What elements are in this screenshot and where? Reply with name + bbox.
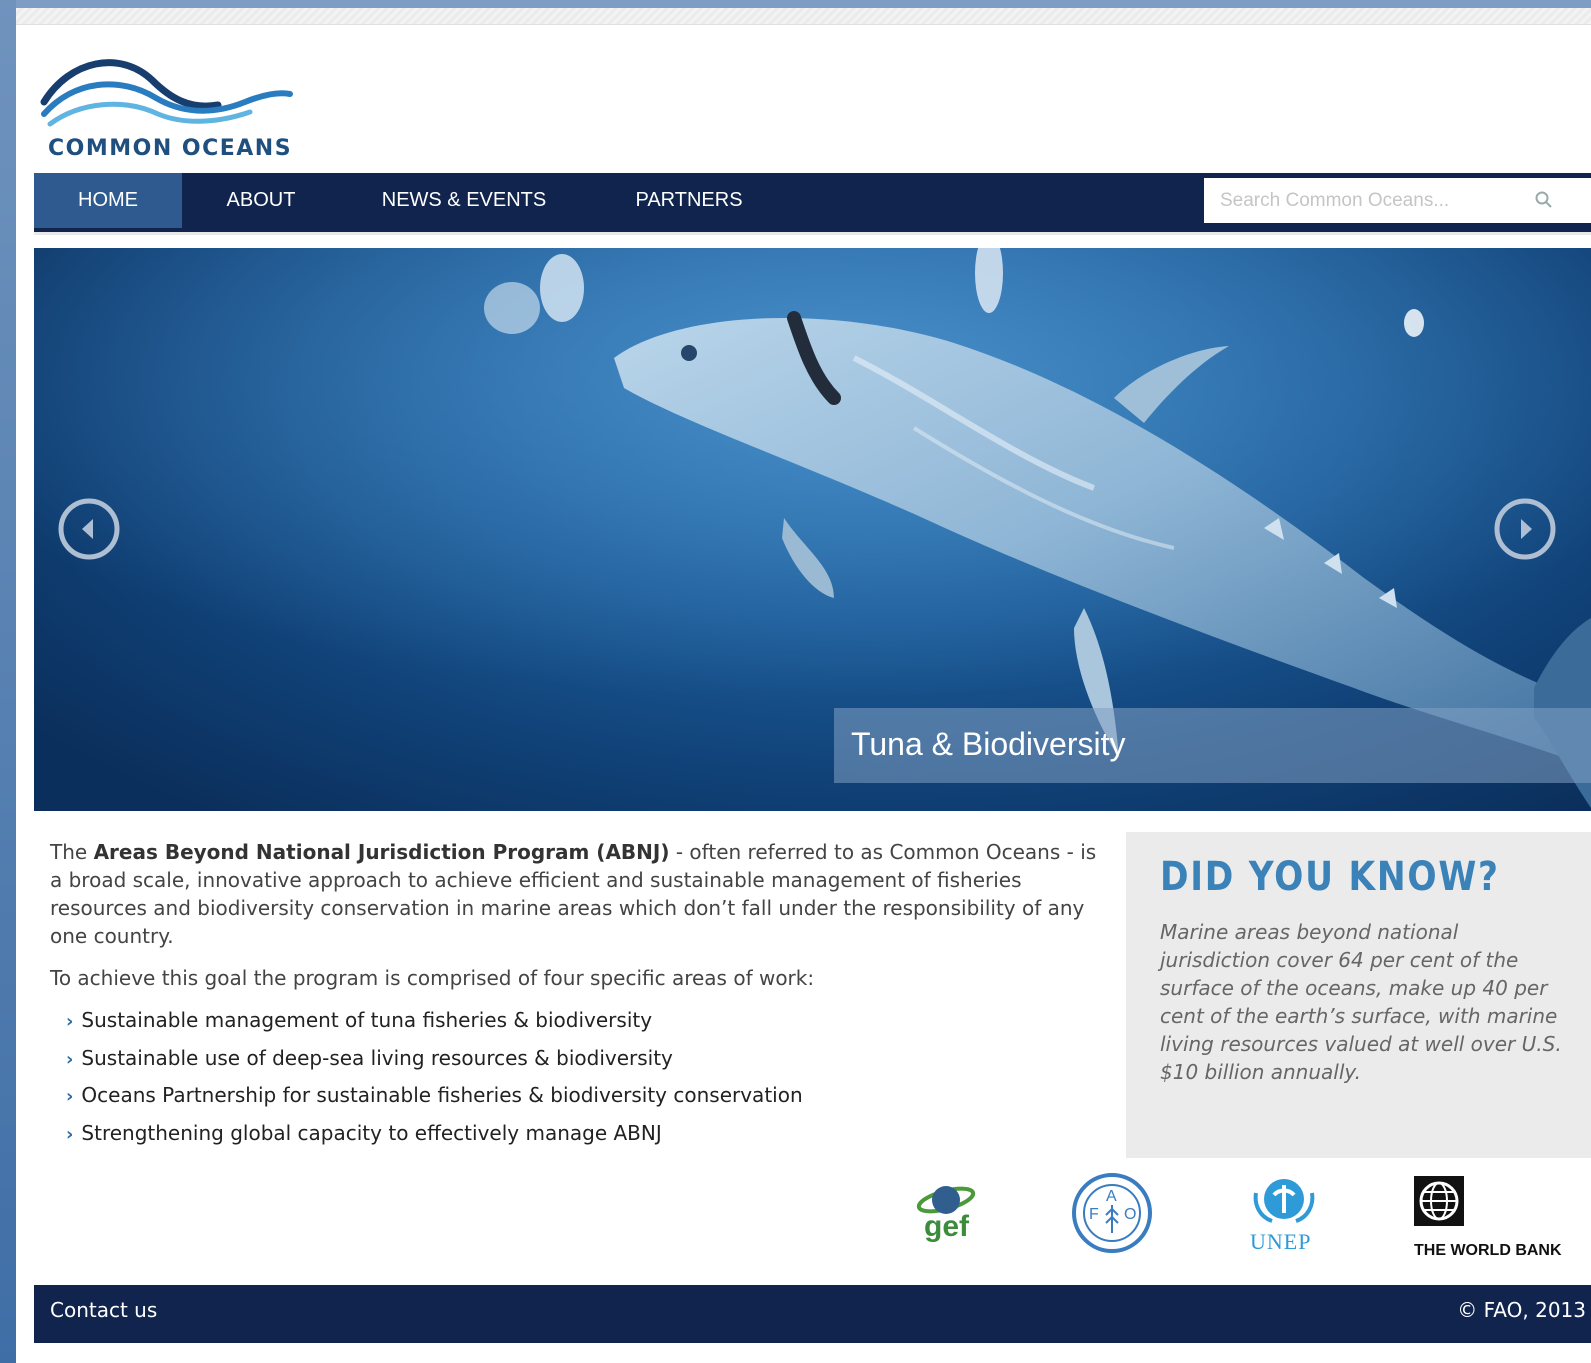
nav-item-partners[interactable]: PARTNERS: [628, 173, 750, 228]
list-item: › Strengthening global capacity to effect…: [66, 1119, 1100, 1147]
world-bank-label: THE WORLD BANK: [1414, 1242, 1562, 1259]
nav-item-news-events[interactable]: NEWS & EVENTS: [374, 173, 554, 228]
program-name: Areas Beyond National Jurisdiction Progr…: [93, 840, 670, 864]
world-bank-globe-icon: [1414, 1176, 1464, 1226]
slide-caption-text: Tuna & Biodiversity: [851, 726, 1126, 762]
unep-label: UNEP: [1250, 1229, 1312, 1254]
partner-gef-logo[interactable]: gef: [914, 1180, 984, 1260]
list-item-text: Oceans Partnership for sustainable fishe…: [81, 1083, 803, 1107]
list-item-text: Strengthening global capacity to effecti…: [81, 1120, 662, 1145]
footer: Contact us © FAO, 2013: [34, 1285, 1591, 1343]
chevron-right-icon: ›: [66, 1011, 74, 1032]
search-input[interactable]: [1218, 178, 1522, 223]
did-you-know-box: DID YOU KNOW? Marine areas beyond nation…: [1126, 832, 1591, 1158]
svg-text:O: O: [1124, 1206, 1136, 1223]
nav-item-about[interactable]: ABOUT: [214, 173, 308, 228]
main-nav: HOME ABOUT NEWS & EVENTS PARTNERS: [34, 173, 1591, 235]
slide-caption[interactable]: Tuna & Biodiversity: [834, 708, 1591, 783]
intro-paragraph: The Areas Beyond National Jurisdiction P…: [50, 838, 1100, 950]
did-you-know-title: DID YOU KNOW?: [1160, 854, 1500, 900]
fao-emblem-icon: F A O: [1072, 1173, 1152, 1253]
window-top-strip: [16, 0, 1591, 8]
list-item-text: Sustainable use of deep-sea living resou…: [81, 1045, 673, 1070]
partner-fao-logo[interactable]: F A O: [1070, 1171, 1154, 1255]
search-icon[interactable]: [1534, 190, 1554, 214]
circle-chevron-left-icon: [58, 498, 120, 560]
partner-worldbank-logo[interactable]: THE WORLD BANK: [1414, 1176, 1591, 1266]
waves-logo-icon: [40, 59, 293, 127]
intro-text-start: The: [50, 840, 94, 864]
list-item-text: Sustainable management of tuna fisheries…: [81, 1008, 653, 1032]
svg-text:F: F: [1089, 1206, 1099, 1223]
copyright: © FAO, 2013: [1457, 1298, 1586, 1322]
chevron-right-icon: ›: [66, 1123, 74, 1145]
list-item: › Sustainable use of deep-sea living reso…: [66, 1044, 1100, 1072]
top-border: [16, 8, 1591, 25]
partner-unep-logo[interactable]: UNEP: [1244, 1173, 1324, 1263]
chevron-right-icon: ›: [66, 1086, 74, 1107]
unep-emblem-icon: [1253, 1179, 1315, 1223]
gef-label: gef: [924, 1210, 969, 1243]
hero-slider: Tuna & Biodiversity: [34, 248, 1591, 811]
brand-name: COMMON OCEANS: [48, 136, 293, 161]
logo[interactable]: COMMON OCEANS: [40, 50, 300, 161]
goal-paragraph: To achieve this goal the program is comp…: [50, 966, 815, 990]
svg-text:A: A: [1106, 1188, 1117, 1205]
list-item: › Oceans Partnership for sustainable fish…: [66, 1081, 1100, 1109]
slider-prev-button[interactable]: [58, 498, 120, 560]
chevron-right-icon: ›: [66, 1048, 74, 1070]
work-areas-list: › Sustainable management of tuna fisherie…: [50, 1006, 1100, 1147]
search-box: [1204, 178, 1591, 223]
list-item: › Sustainable management of tuna fisherie…: [66, 1006, 1100, 1034]
nav-item-home[interactable]: HOME: [34, 173, 182, 228]
contact-us-link[interactable]: Contact us: [50, 1285, 157, 1335]
did-you-know-text: Marine areas beyond national jurisdictio…: [1160, 920, 1562, 1084]
intro-section: The Areas Beyond National Jurisdiction P…: [50, 838, 1100, 1156]
slider-next-button[interactable]: [1494, 498, 1556, 560]
circle-chevron-right-icon: [1494, 498, 1556, 560]
page: COMMON OCEANS HOME ABOUT NEWS & EVENTS P…: [16, 8, 1591, 1363]
